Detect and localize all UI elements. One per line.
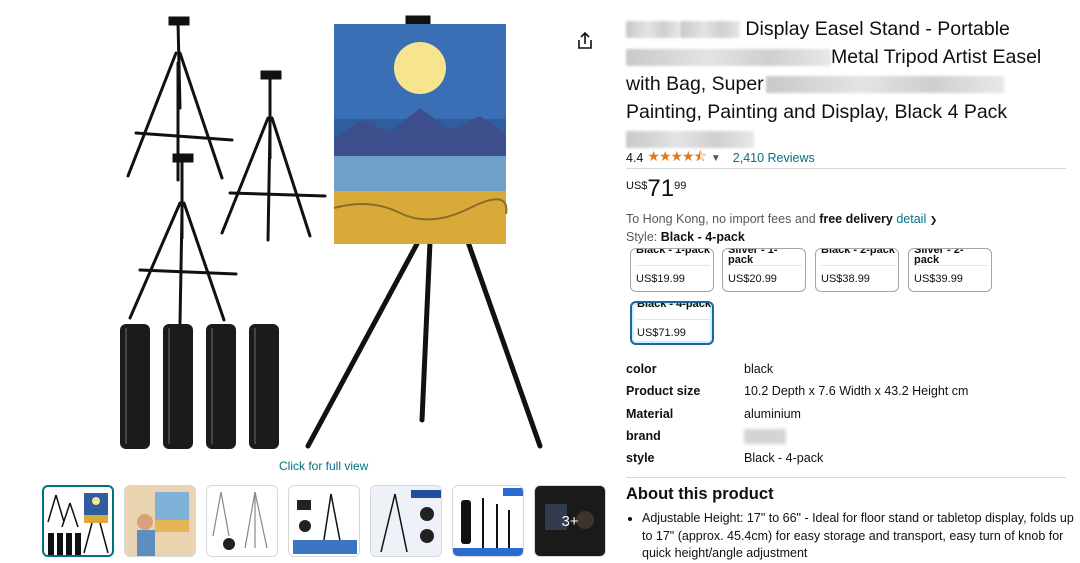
thumb-pack-parts[interactable] (452, 485, 524, 557)
selected-style: Black - 4-pack (660, 230, 745, 244)
price: US$ 71 99 (626, 176, 686, 202)
divider (626, 168, 1066, 169)
variant-silver-2-pack[interactable]: Silver - 2-pack US$39.99 (908, 248, 992, 292)
redacted-brand (626, 21, 680, 39)
variant-black-4-pack[interactable]: Black - 4-pack US$71.99 (630, 301, 714, 345)
variant-black-1-pack[interactable]: Black - 1-pack US$19.99 (630, 248, 714, 292)
main-product-image[interactable] (100, 8, 560, 460)
small-easel-3 (128, 153, 238, 325)
about-bullets: Adjustable Height: 17" to 66" - Ideal fo… (626, 510, 1080, 563)
thumb-easel-features[interactable] (370, 485, 442, 557)
price-fraction: 99 (674, 180, 687, 192)
full-view-link[interactable]: Click for full view (279, 459, 368, 473)
spec-row-style: style Black - 4-pack (626, 451, 824, 466)
thumb-easel-set[interactable] (42, 485, 114, 557)
price-whole: 71 (647, 175, 675, 202)
spec-row-color: color black (626, 362, 774, 377)
divider (626, 477, 1066, 478)
share-icon[interactable] (574, 30, 596, 52)
delivery-info: To Hong Kong, no import fees and free de… (626, 212, 938, 226)
reviews-link[interactable]: 2,410 Reviews (733, 151, 815, 165)
small-easel-2 (220, 70, 327, 242)
thumb-child-painting[interactable] (124, 485, 196, 557)
product-title: Display Easel Stand - Portable Metal Tri… (626, 16, 1066, 154)
about-heading: About this product (626, 485, 774, 503)
star-rating-icon[interactable]: ★★★★⯪ (647, 146, 706, 170)
rating-value: 4.4 (626, 151, 644, 165)
style-selector-label: Style: Black - 4-pack (626, 230, 745, 244)
painting-canvas (333, 24, 508, 244)
thumb-more[interactable]: 3+ (534, 485, 606, 557)
spec-row-size: Product size 10.2 Depth x 7.6 Width x 43.… (626, 384, 969, 399)
rating-row: 4.4 ★★★★⯪ ▼ 2,410 Reviews (626, 146, 815, 170)
about-bullet: Adjustable Height: 17" to 66" - Ideal fo… (642, 510, 1080, 563)
delivery-detail-link[interactable]: detail ❯ (896, 212, 937, 226)
thumb-accessories[interactable] (288, 485, 360, 557)
chevron-down-icon: ❯ (929, 215, 938, 225)
thumbnail-strip: 3+ (40, 485, 610, 560)
chevron-down-icon[interactable]: ▼ (711, 153, 721, 164)
thumb-more-count: 3+ (535, 486, 605, 556)
redacted-brand-value (744, 428, 786, 444)
free-delivery: free delivery (819, 212, 893, 226)
variant-black-2-pack[interactable]: Black - 2-pack US$38.99 (815, 248, 899, 292)
variant-silver-1-pack[interactable]: Silver - 1-pack US$20.99 (722, 248, 806, 292)
thumb-easel-angles[interactable] (206, 485, 278, 557)
spec-row-brand: brand (626, 425, 968, 447)
product-specs-table: color black Product size 10.2 Depth x 7.6 … (626, 358, 968, 469)
price-currency: US$ (626, 180, 648, 192)
spec-row-material: Material aluminium (626, 406, 801, 421)
